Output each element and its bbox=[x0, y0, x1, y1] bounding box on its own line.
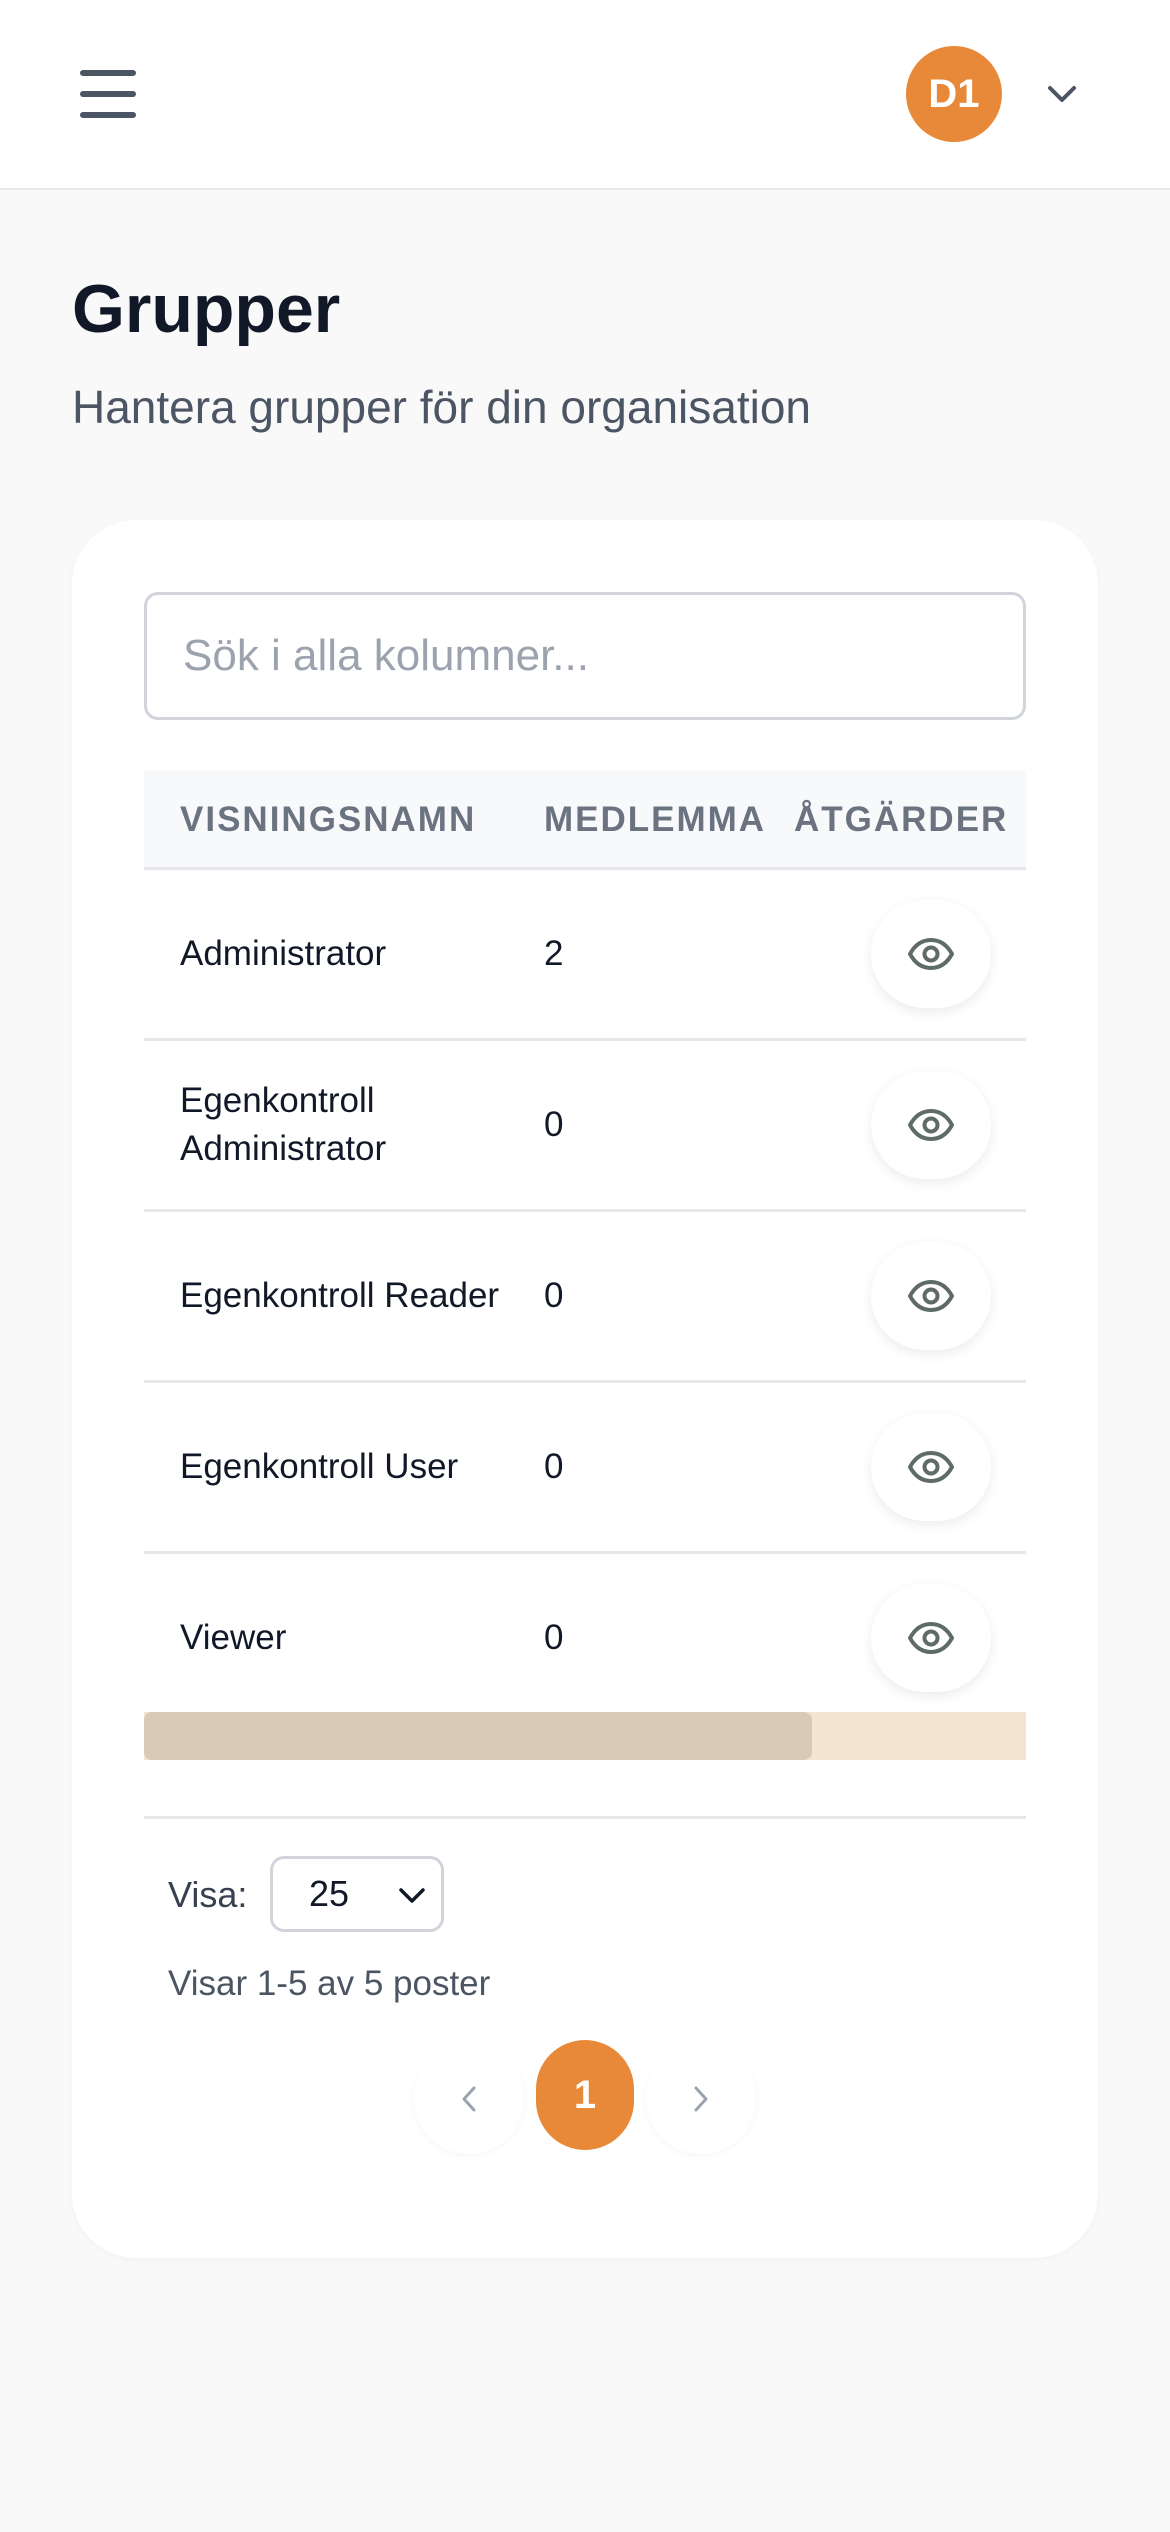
group-name: Viewer bbox=[180, 1618, 287, 1657]
view-group-button[interactable] bbox=[871, 1071, 991, 1179]
table-row: Administrator 2 bbox=[144, 870, 1026, 1041]
next-page-button[interactable] bbox=[646, 2044, 756, 2154]
page-title: Grupper bbox=[72, 271, 341, 347]
group-name: Egenkontroll Reader bbox=[180, 1276, 500, 1315]
page-size-label: Visa: bbox=[168, 1874, 248, 1915]
scrollbar-thumb[interactable] bbox=[144, 1712, 812, 1760]
table-row: Egenkontroll Administrator 0 bbox=[144, 1041, 1026, 1212]
previous-page-button[interactable] bbox=[414, 2044, 524, 2154]
column-header-members[interactable]: MEDLEMMA bbox=[544, 770, 766, 870]
view-group-button[interactable] bbox=[871, 1413, 991, 1521]
page-subtitle: Hantera grupper för din organisation bbox=[72, 381, 812, 433]
chevron-left-icon bbox=[462, 2086, 476, 2112]
page-size-select[interactable]: 25 bbox=[270, 1856, 444, 1932]
chevron-down-icon[interactable] bbox=[1046, 80, 1078, 108]
page-size-value: 25 bbox=[309, 1873, 350, 1914]
table-header: VISNINGSNAMN MEDLEMMA ÅTGÄRDER bbox=[144, 770, 1026, 870]
group-name: Egenkontroll User bbox=[180, 1447, 459, 1486]
chevron-down-icon bbox=[399, 1888, 425, 1903]
groups-table: VISNINGSNAMN MEDLEMMA ÅTGÄRDER Administr… bbox=[144, 770, 1026, 1770]
member-count: 2 bbox=[544, 934, 564, 973]
group-name: Egenkontroll Administrator bbox=[180, 1081, 387, 1168]
eye-icon bbox=[908, 938, 954, 970]
records-summary: Visar 1-5 av 5 poster bbox=[168, 1964, 491, 2003]
avatar[interactable]: D1 bbox=[906, 46, 1002, 142]
member-count: 0 bbox=[544, 1105, 564, 1144]
chevron-right-icon bbox=[694, 2086, 708, 2112]
table-row: Viewer 0 bbox=[144, 1554, 1026, 1725]
eye-icon bbox=[908, 1451, 954, 1483]
divider bbox=[144, 1816, 1026, 1819]
column-header-actions: ÅTGÄRDER bbox=[794, 800, 1009, 839]
group-name: Administrator bbox=[180, 934, 387, 973]
eye-icon bbox=[908, 1280, 954, 1312]
member-count: 0 bbox=[544, 1618, 564, 1657]
view-group-button[interactable] bbox=[871, 1242, 991, 1350]
groups-card: VISNINGSNAMN MEDLEMMA ÅTGÄRDER Administr… bbox=[72, 520, 1098, 2258]
table-row: Egenkontroll User 0 bbox=[144, 1383, 1026, 1554]
table-row: Egenkontroll Reader 0 bbox=[144, 1212, 1026, 1383]
page-1-button[interactable]: 1 bbox=[536, 2040, 634, 2150]
view-group-button[interactable] bbox=[871, 1584, 991, 1692]
view-group-button[interactable] bbox=[871, 900, 991, 1008]
column-header-display-name[interactable]: VISNINGSNAMN bbox=[180, 770, 476, 870]
top-bar: D1 bbox=[0, 0, 1170, 190]
eye-icon bbox=[908, 1109, 954, 1141]
eye-icon bbox=[908, 1622, 954, 1654]
menu-icon[interactable] bbox=[80, 70, 136, 118]
search-input[interactable] bbox=[144, 592, 1026, 720]
member-count: 0 bbox=[544, 1276, 564, 1315]
member-count: 0 bbox=[544, 1447, 564, 1486]
